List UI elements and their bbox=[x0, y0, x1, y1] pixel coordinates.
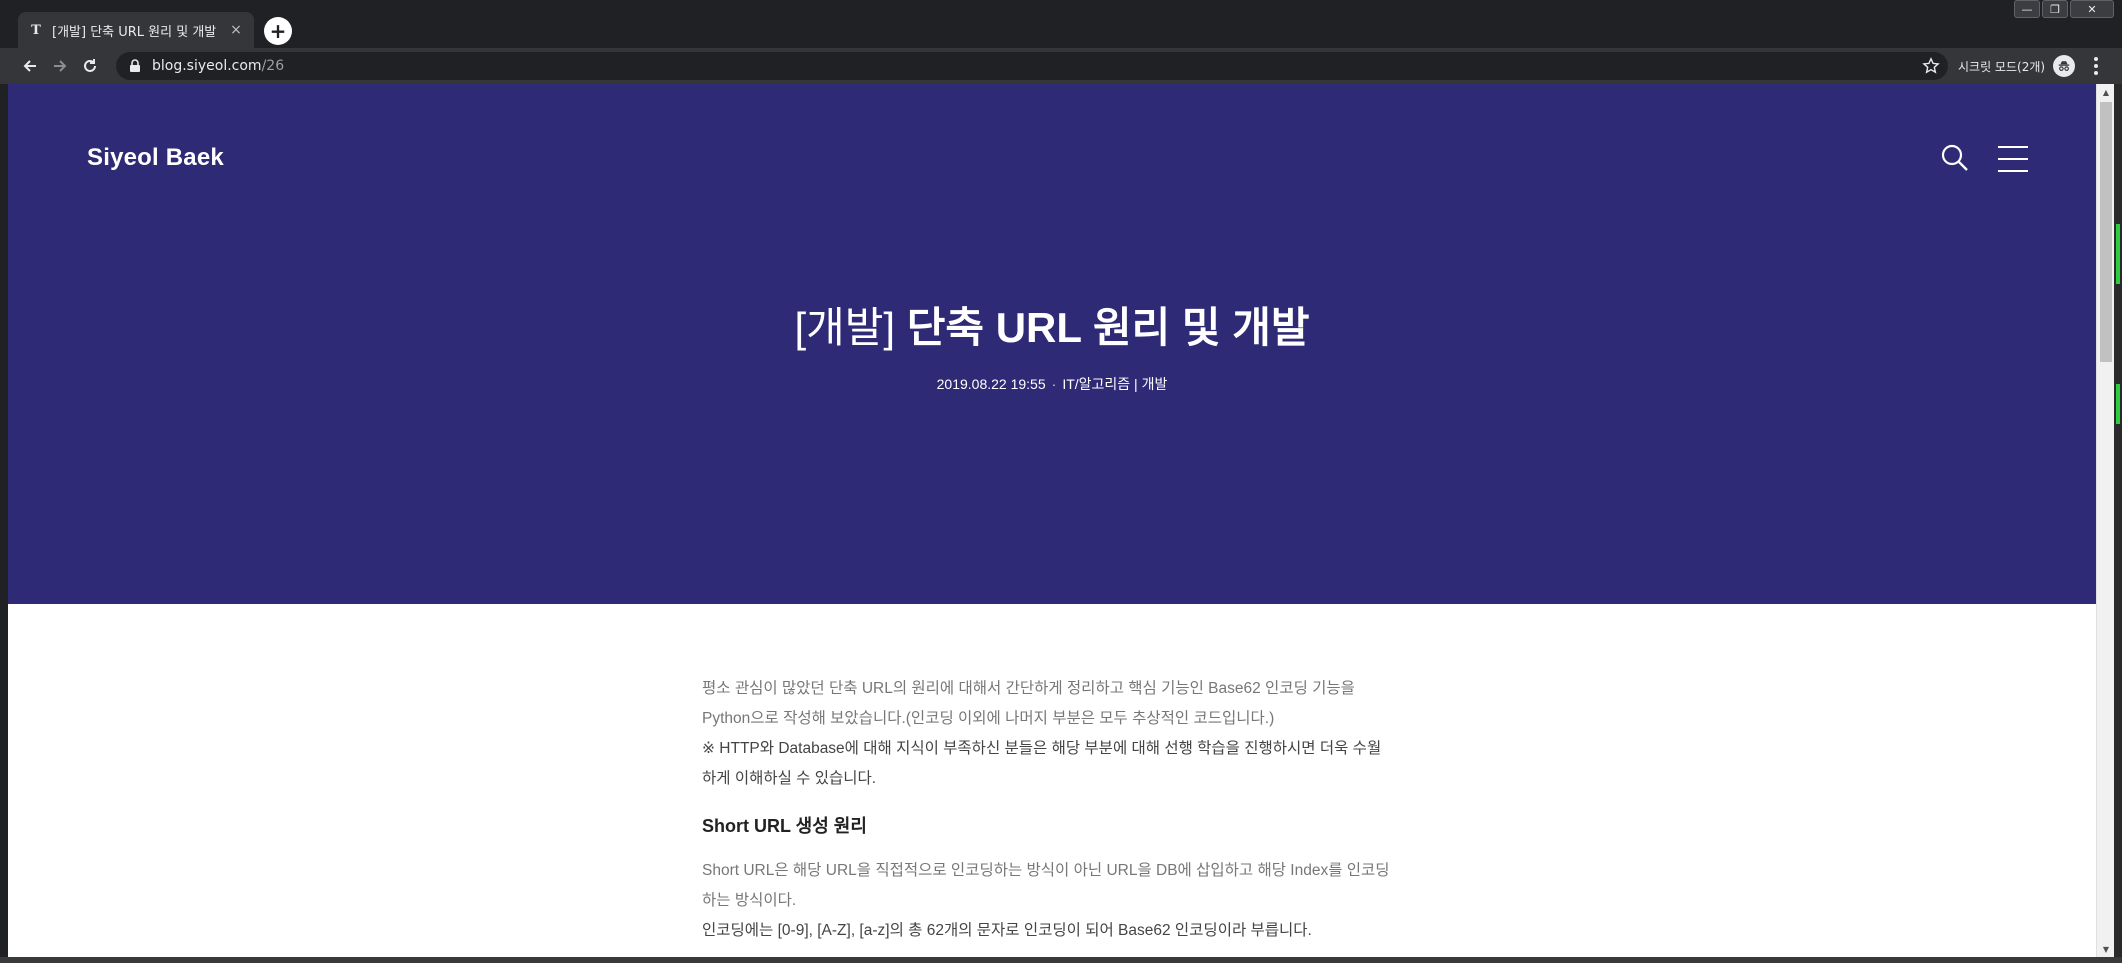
incognito-icon bbox=[2053, 55, 2076, 77]
post-title-text: 단축 URL 원리 및 개발 bbox=[895, 304, 1310, 351]
para1-line-2: 하는 방식이다. bbox=[702, 892, 797, 909]
page-viewport: Siyeol Baek [개발] 단축 URL 원리 및 개발 2019.08.… bbox=[8, 84, 2096, 957]
post-category[interactable]: IT/알고리즘 | 개발 bbox=[1062, 376, 1167, 392]
browser-menu-button[interactable] bbox=[2084, 52, 2108, 80]
browser-window: T [개발] 단축 URL 원리 및 개발 × + — ❐ ✕ blog.siy… bbox=[0, 0, 2122, 963]
tab-strip: T [개발] 단축 URL 원리 및 개발 × + — ❐ ✕ bbox=[0, 0, 2122, 48]
close-window-button[interactable]: ✕ bbox=[2070, 0, 2114, 18]
maximize-button[interactable]: ❐ bbox=[2042, 0, 2068, 18]
window-controls: — ❐ ✕ bbox=[2014, 0, 2114, 20]
search-icon[interactable] bbox=[1940, 143, 1970, 173]
address-bar[interactable]: blog.siyeol.com/26 bbox=[116, 52, 1948, 80]
section-heading: Short URL 생성 원리 bbox=[702, 816, 867, 836]
scroll-up-arrow-icon[interactable]: ▲ bbox=[2097, 84, 2115, 100]
tab-close-icon[interactable]: × bbox=[228, 22, 244, 38]
note-line-1: ※ HTTP와 Database에 대해 지식이 부족하신 분들은 해당 부분에… bbox=[702, 740, 1382, 757]
post-title: [개발] 단축 URL 원리 및 개발 bbox=[8, 294, 2096, 355]
arrow-right-icon bbox=[54, 60, 67, 72]
bookmark-star-icon[interactable] bbox=[1922, 57, 1940, 75]
reload-icon bbox=[84, 59, 96, 72]
hamburger-menu-icon[interactable] bbox=[1998, 146, 2028, 172]
para2-line-1: 인코딩에는 [0-9], [A-Z], [a-z]의 총 62개의 문자로 인코… bbox=[702, 922, 1312, 939]
reload-button[interactable] bbox=[76, 52, 104, 80]
post-date: 2019.08.22 19:55 bbox=[936, 376, 1046, 392]
lock-icon bbox=[130, 59, 140, 72]
tab-title: [개발] 단축 URL 원리 및 개발 bbox=[52, 24, 217, 40]
post-title-tag: [개발] bbox=[794, 304, 896, 351]
site-brand[interactable]: Siyeol Baek bbox=[87, 144, 224, 172]
article-body: 평소 관심이 많았던 단축 URL의 원리에 대해서 간단하게 정리하고 핵심 … bbox=[702, 674, 1402, 946]
note-line-2: 하게 이해하실 수 있습니다. bbox=[702, 770, 877, 787]
tistory-favicon-icon: T bbox=[31, 22, 41, 38]
url-path: /26 bbox=[261, 58, 285, 74]
page-scrollbar[interactable]: ▲ ▼ bbox=[2096, 84, 2114, 957]
scroll-down-arrow-icon[interactable]: ▼ bbox=[2097, 941, 2115, 957]
window-bottom-edge bbox=[0, 957, 2122, 963]
forward-button[interactable] bbox=[46, 52, 74, 80]
minimize-button[interactable]: — bbox=[2014, 0, 2040, 18]
browser-toolbar: blog.siyeol.com/26 시크릿 모드(2개) bbox=[0, 48, 2122, 84]
para1-line-1: Short URL은 해당 URL을 직접적으로 인코딩하는 방식이 아닌 UR… bbox=[702, 862, 1390, 879]
incognito-indicator[interactable]: 시크릿 모드(2개) bbox=[1958, 52, 2076, 80]
background-window-strip bbox=[2114, 84, 2122, 957]
back-button[interactable] bbox=[16, 52, 44, 80]
browser-tab[interactable]: T [개발] 단축 URL 원리 및 개발 × bbox=[18, 12, 254, 48]
url-host: blog.siyeol.com bbox=[152, 58, 262, 74]
meta-separator: · bbox=[1051, 376, 1057, 392]
incognito-label: 시크릿 모드(2개) bbox=[1958, 59, 2046, 74]
post-meta: 2019.08.22 19:55 · IT/알고리즘 | 개발 bbox=[8, 374, 2096, 394]
arrow-left-icon bbox=[23, 60, 36, 72]
new-tab-button[interactable]: + bbox=[264, 17, 292, 45]
intro-line-2: Python으로 작성해 보았습니다.(인코딩 이외에 나머지 부분은 모두 추… bbox=[702, 710, 1275, 727]
post-header: Siyeol Baek [개발] 단축 URL 원리 및 개발 2019.08.… bbox=[8, 84, 2096, 604]
intro-line-1: 평소 관심이 많았던 단축 URL의 원리에 대해서 간단하게 정리하고 핵심 … bbox=[702, 680, 1355, 697]
scrollbar-thumb[interactable] bbox=[2100, 102, 2112, 362]
